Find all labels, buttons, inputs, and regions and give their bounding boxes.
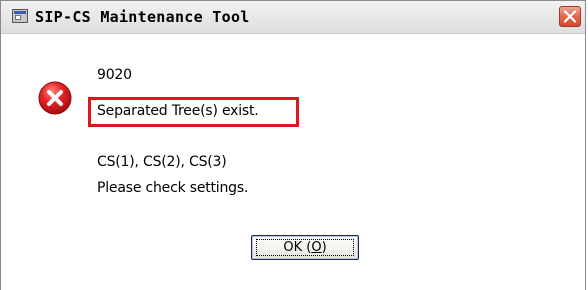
error-detail: CS(1), CS(2), CS(3) (97, 154, 227, 170)
ok-button[interactable]: OK (O) (251, 235, 359, 260)
title-bar[interactable]: SIP-CS Maintenance Tool (1, 1, 585, 34)
ok-label-prefix: OK ( (283, 240, 312, 255)
error-message: Separated Tree(s) exist. (97, 103, 259, 119)
error-instruction: Please check settings. (97, 180, 249, 196)
close-icon (563, 10, 577, 23)
ok-label-mnemonic: O (311, 240, 322, 255)
ok-label-suffix: ) (321, 240, 327, 255)
app-window-icon[interactable] (12, 9, 28, 23)
app-icon-titlebar-shape (14, 11, 26, 14)
app-icon-screen-shape (15, 15, 21, 20)
dialog-window: SIP-CS Maintenance Tool 9020 Separated T… (0, 0, 586, 290)
error-icon (38, 81, 72, 115)
error-code: 9020 (97, 67, 132, 83)
close-button[interactable] (559, 6, 581, 27)
window-title: SIP-CS Maintenance Tool (35, 8, 250, 26)
